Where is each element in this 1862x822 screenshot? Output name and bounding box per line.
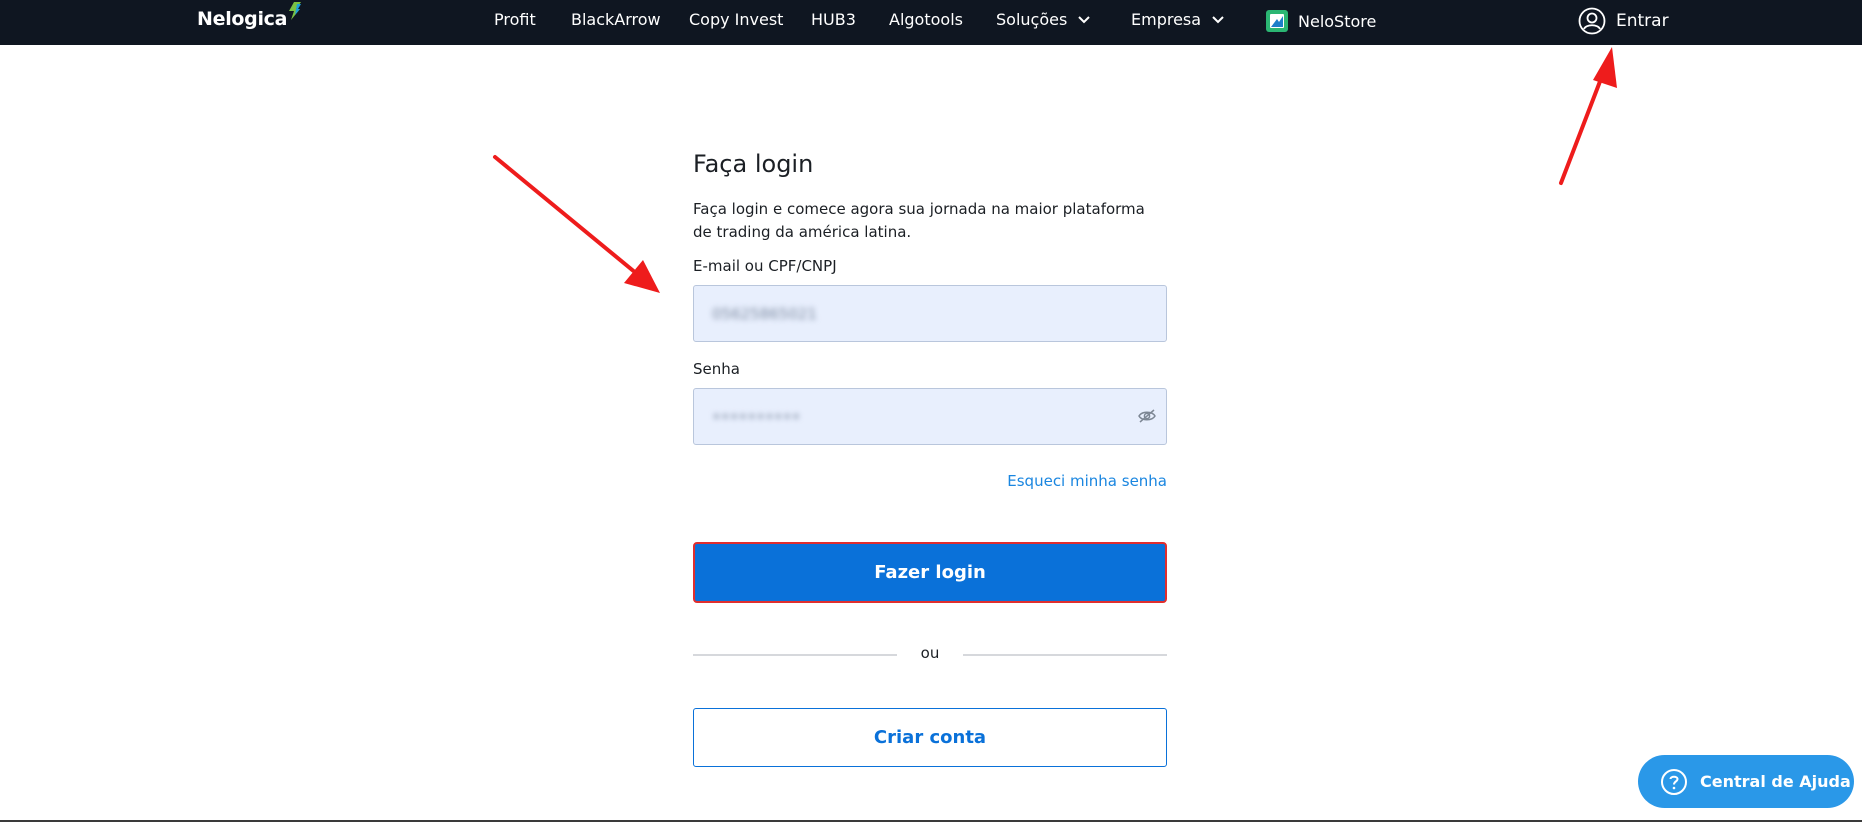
nav-dropdown-empresa[interactable]: Empresa [1131, 10, 1225, 29]
forgot-password-link[interactable]: Esqueci minha senha [1007, 472, 1167, 490]
chevron-down-icon [1212, 15, 1224, 23]
password-field-value: •••••••••• [712, 408, 801, 426]
help-center-button[interactable]: Central de Ajuda [1638, 755, 1854, 808]
login-submit-button[interactable]: Fazer login [693, 542, 1167, 603]
top-navigation-bar: Nelogica Profit BlackArrow Copy Invest H… [0, 0, 1862, 45]
password-label: Senha [693, 360, 740, 378]
password-field[interactable]: •••••••••• [693, 388, 1167, 445]
chevron-down-icon [1078, 15, 1091, 23]
nav-link-nelostore-label: NeloStore [1298, 11, 1377, 31]
or-divider: ou [693, 644, 1167, 664]
login-subtitle: Faça login e comece agora sua jornada na… [693, 200, 1145, 241]
login-form: Faça login Faça login e comece agora sua… [693, 150, 1167, 767]
nav-link-profit[interactable]: Profit [494, 10, 536, 29]
divider-line-right [963, 654, 1167, 656]
nav-dropdown-solucoes-label: Soluções [996, 10, 1068, 29]
nav-link-copy-invest[interactable]: Copy Invest [689, 10, 783, 29]
nav-link-nelostore[interactable]: NeloStore [1266, 10, 1376, 32]
create-account-button[interactable]: Criar conta [693, 708, 1167, 767]
page-title: Faça login [693, 150, 814, 178]
login-link-label: Entrar [1616, 11, 1669, 31]
brand-name: Nelogica [197, 8, 288, 30]
help-center-label: Central de Ajuda [1700, 772, 1851, 791]
nelogica-bolt-icon [289, 2, 302, 20]
email-field-value: 05625865021 [712, 305, 817, 323]
annotation-arrow-left [493, 155, 660, 293]
nav-dropdown-empresa-label: Empresa [1131, 10, 1202, 29]
divider-text: ou [920, 644, 940, 662]
user-circle-icon [1578, 7, 1606, 35]
question-circle-icon [1661, 768, 1687, 795]
nelogica-logo[interactable]: Nelogica [197, 2, 302, 30]
login-link[interactable]: Entrar [1578, 7, 1669, 35]
email-field[interactable]: 05625865021 [693, 285, 1167, 342]
nav-dropdown-solucoes[interactable]: Soluções [996, 10, 1091, 29]
nav-link-hub3[interactable]: HUB3 [811, 10, 856, 29]
annotation-arrow-right [1559, 47, 1617, 185]
nelostore-icon [1266, 10, 1288, 32]
eye-off-icon[interactable] [1138, 408, 1156, 424]
email-label: E-mail ou CPF/CNPJ [693, 257, 837, 275]
nav-link-blackarrow[interactable]: BlackArrow [571, 10, 661, 29]
nav-link-algotools[interactable]: Algotools [889, 10, 963, 29]
